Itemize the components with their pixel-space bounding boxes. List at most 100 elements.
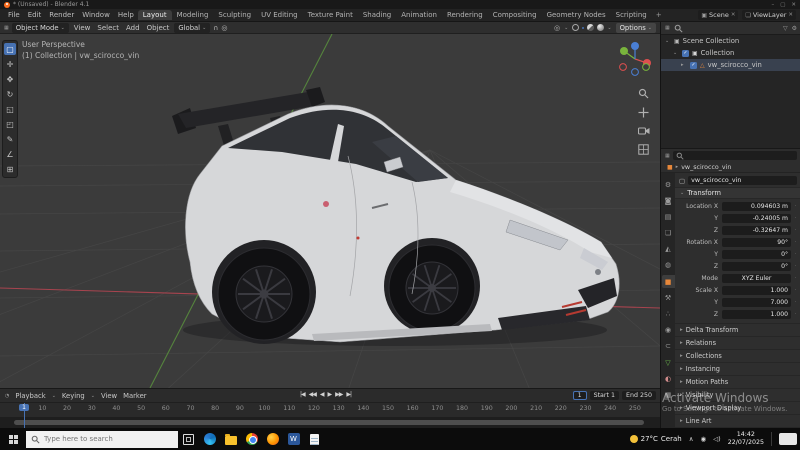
play-reverse-button[interactable]: ◀ (320, 391, 325, 398)
rotation-x-field[interactable]: 90° (722, 237, 791, 247)
menu-add[interactable]: Add (124, 24, 142, 32)
tray-expand-icon[interactable]: ∧ (689, 435, 694, 443)
collection-checkbox[interactable]: ✓ (682, 49, 689, 57)
snap-magnet-icon[interactable]: ∩ (213, 24, 218, 32)
taskbar-search[interactable] (26, 430, 178, 448)
notification-center-button[interactable] (779, 433, 797, 445)
rotate-tool-icon[interactable]: ↻ (4, 88, 16, 100)
lock-icon[interactable]: · (793, 299, 798, 305)
notepad-button[interactable] (304, 428, 325, 450)
scene-selector[interactable]: ▣ Scene ✕ (698, 10, 739, 20)
ortho-toggle-icon[interactable] (638, 144, 649, 155)
play-button[interactable]: ▶ (328, 391, 333, 398)
panel-line-art[interactable]: ▸ Line Art (675, 413, 800, 427)
menu-file[interactable]: File (4, 11, 24, 19)
workspace-tab-texture-paint[interactable]: Texture Paint (303, 10, 358, 20)
timeline-scrollbar[interactable] (14, 420, 644, 425)
tab-object[interactable]: ■ (661, 275, 675, 289)
pan-icon[interactable] (638, 107, 649, 118)
add-cube-tool-icon[interactable]: ⊞ (4, 163, 16, 175)
tab-render[interactable]: ◙ (662, 194, 675, 207)
timeline-editor-icon[interactable]: ◔ (5, 393, 9, 399)
menu-render[interactable]: Render (45, 11, 78, 19)
scale-x-field[interactable]: 1.000 (722, 285, 791, 295)
panel-viewport-display[interactable]: ▸ Viewport Display (675, 400, 800, 414)
move-tool-icon[interactable]: ✥ (4, 73, 16, 85)
scale-z-field[interactable]: 1.000 (722, 309, 791, 319)
workspace-tab-animation[interactable]: Animation (396, 10, 442, 20)
location-y-field[interactable]: -0.24005 m (722, 213, 791, 223)
search-input[interactable] (44, 435, 162, 443)
scale-y-field[interactable]: 7.000 (722, 297, 791, 307)
proportional-edit-icon[interactable]: ◎ (221, 24, 227, 32)
lock-icon[interactable]: · (793, 215, 798, 221)
jump-start-button[interactable]: |◀ (300, 391, 306, 398)
lock-icon[interactable]: · (793, 311, 798, 317)
lock-icon[interactable]: · (793, 203, 798, 209)
panel-delta-transform[interactable]: ▸ Delta Transform (675, 322, 800, 336)
rotation-z-field[interactable]: 0° (722, 261, 791, 271)
tab-view-layer[interactable]: ❏ (662, 227, 675, 240)
outliner-row-collection[interactable]: ⌄ ✓ ▣ Collection (661, 47, 800, 59)
current-frame-field[interactable]: 1 (572, 391, 587, 400)
minimize-button[interactable]: – (771, 2, 774, 8)
measure-tool-icon[interactable]: ∠ (4, 148, 16, 160)
workspace-tab-scripting[interactable]: Scripting (611, 10, 652, 20)
outliner-editor-icon[interactable]: ▦ (665, 25, 670, 31)
next-keyframe-button[interactable]: ▶▶ (335, 391, 343, 398)
search-icon[interactable] (674, 24, 683, 33)
shading-rendered-icon[interactable] (597, 24, 605, 31)
rotation-mode-dropdown[interactable]: XYZ Euler (722, 273, 791, 283)
options-button[interactable]: Options ⌄ (615, 22, 656, 33)
outliner-row-scene-collection[interactable]: ⌄ ▣ Scene Collection (661, 35, 800, 47)
workspace-tab-sculpting[interactable]: Sculpting (213, 10, 256, 20)
lock-icon[interactable]: · (793, 251, 798, 257)
transform-panel-header[interactable]: ⌄ Transform (675, 187, 800, 199)
orientation-dropdown[interactable]: Global ⌄ (174, 22, 211, 33)
tab-constraints[interactable]: ⊂ (662, 340, 675, 353)
shading-wireframe-icon[interactable] (572, 24, 580, 31)
shading-solid-active[interactable] (582, 26, 585, 29)
taskbar-clock[interactable]: 14:42 22/07/2025 (728, 431, 764, 447)
tab-tool[interactable]: ⚙ (662, 178, 675, 191)
taskbar-weather[interactable]: 27°C Cerah (629, 435, 682, 443)
zoom-icon[interactable] (638, 88, 649, 99)
shading-dropdown-icon[interactable]: ⌄ (607, 25, 611, 31)
viewlayer-unlink-icon[interactable]: ✕ (788, 12, 793, 18)
workspace-tab-layout[interactable]: Layout (137, 10, 172, 20)
outliner-options-icon[interactable]: ⚙ (792, 25, 797, 32)
panel-motion-paths[interactable]: ▸ Motion Paths (675, 374, 800, 388)
scene-unlink-icon[interactable]: ✕ (731, 12, 736, 18)
tab-physics[interactable]: ◉ (662, 324, 675, 337)
lock-icon[interactable]: · (793, 287, 798, 293)
panel-relations[interactable]: ▸ Relations (675, 335, 800, 349)
add-workspace-button[interactable]: + (652, 11, 666, 19)
location-x-field[interactable]: 0.094603 m (722, 201, 791, 211)
menu-help[interactable]: Help (114, 11, 138, 19)
menu-keying[interactable]: Keying (62, 392, 85, 400)
tab-object-data[interactable]: ▽ (662, 356, 675, 369)
lock-icon[interactable]: · (793, 227, 798, 233)
workspace-tab-geometry-nodes[interactable]: Geometry Nodes (542, 10, 611, 20)
mode-dropdown[interactable]: Object Mode ⌄ (11, 22, 69, 33)
tab-output[interactable]: ▤ (662, 210, 675, 223)
file-explorer-button[interactable] (220, 428, 241, 450)
disclosure-icon[interactable]: ⌄ (673, 50, 679, 56)
tab-material[interactable]: ◐ (662, 372, 675, 385)
lock-icon[interactable]: · (793, 263, 798, 269)
close-button[interactable]: ✕ (791, 2, 796, 8)
workspace-tab-compositing[interactable]: Compositing (488, 10, 542, 20)
menu-object[interactable]: Object (145, 24, 172, 32)
disclosure-icon[interactable]: ⌄ (665, 38, 671, 44)
playhead-badge[interactable]: 1 (19, 404, 30, 411)
workspace-tab-uv-editing[interactable]: UV Editing (256, 10, 303, 20)
outliner-row-object[interactable]: ▸ ✓ △ vw_scirocco_vin (661, 59, 800, 71)
menu-marker[interactable]: Marker (123, 392, 147, 400)
tab-particles[interactable]: ∴ (662, 308, 675, 321)
filter-icon[interactable]: ▽ (783, 25, 788, 32)
workspace-tab-modeling[interactable]: Modeling (172, 10, 214, 20)
jump-end-button[interactable]: ▶| (346, 391, 352, 398)
object-name-field[interactable]: vw_scirocco_vin (688, 176, 797, 185)
menu-view[interactable]: View (72, 24, 93, 32)
camera-view-icon[interactable] (638, 126, 650, 136)
